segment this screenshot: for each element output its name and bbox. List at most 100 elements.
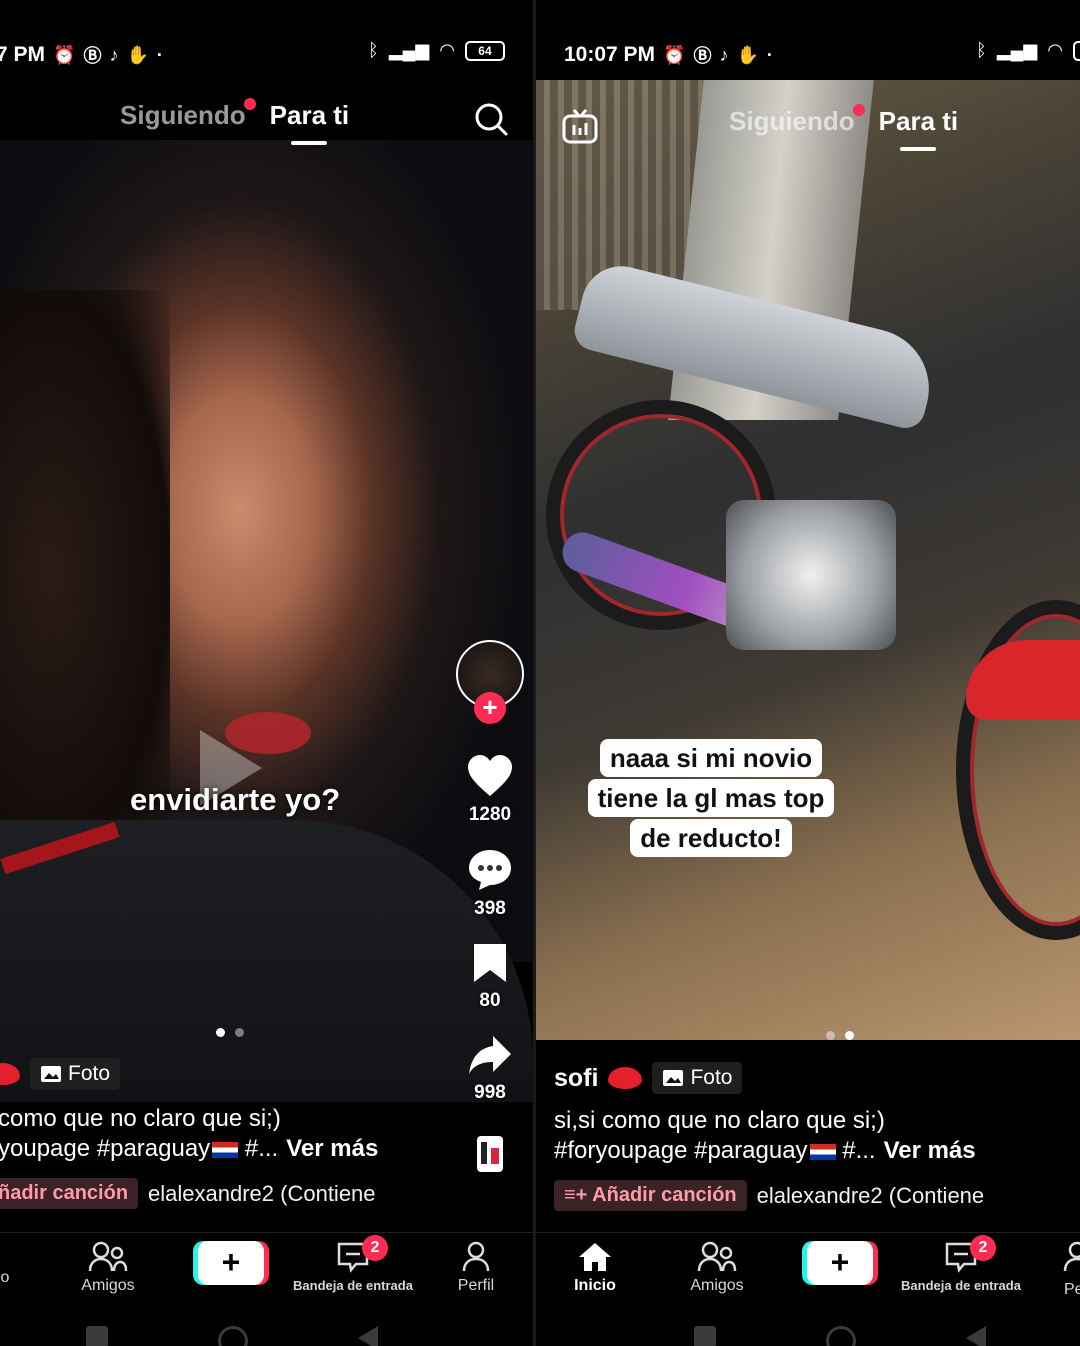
see-more-link[interactable]: Ver más	[884, 1137, 976, 1164]
signal-icon: ▂▄▆	[996, 40, 1038, 60]
back-button[interactable]	[966, 1326, 986, 1346]
search-icon[interactable]	[474, 102, 508, 136]
see-more-link[interactable]: Ver más	[286, 1135, 378, 1162]
photo-tag: Foto	[652, 1062, 743, 1094]
comment-count: 398	[474, 898, 506, 919]
nav-profile-label: Pe	[1064, 1281, 1080, 1298]
follow-button[interactable]: +	[474, 692, 506, 724]
b-icon: Ⓑ	[693, 46, 712, 66]
b-icon: Ⓑ	[83, 46, 102, 66]
add-song-button[interactable]: ≡+ Añadir canción	[554, 1180, 747, 1211]
paraguay-flag-icon	[809, 1143, 836, 1160]
status-time: 10:07 PM	[564, 43, 656, 66]
status-bar: 10:07 PM ⏰ Ⓑ ♪ ✋ ·	[564, 38, 773, 72]
comment-icon	[469, 850, 511, 890]
lips-icon	[608, 1067, 643, 1089]
music-disc-icon	[477, 1136, 503, 1172]
tab-for-you[interactable]: Para ti	[879, 106, 958, 151]
nav-inbox[interactable]: 2 Bandeja de entrada	[896, 1235, 1026, 1295]
wifi-icon: ◠	[1047, 40, 1063, 60]
recent-apps-button[interactable]	[86, 1326, 108, 1346]
caption-more: #...	[244, 1135, 279, 1162]
like-button[interactable]: 1280	[450, 754, 530, 826]
bottom-nav: o Amigos + 2 Bandeja de entrada Perfil	[0, 1232, 533, 1312]
caption: como que no claro que si;) youpage #para…	[0, 1104, 378, 1164]
nav-home[interactable]: Inicio	[536, 1241, 660, 1295]
tiktok-icon: ♪	[719, 44, 729, 65]
new-dot	[852, 104, 865, 116]
alarm-icon: ⏰	[663, 44, 686, 65]
add-song-button[interactable]: ñadir canción	[0, 1178, 139, 1209]
nav-profile[interactable]	[1012, 1241, 1080, 1277]
profile-icon	[1063, 1241, 1080, 1272]
share-button[interactable]: 998	[450, 1034, 530, 1104]
caption: si,si como que no claro que si;) #foryou…	[554, 1106, 976, 1166]
caption-line-2: #foryoupage #paraguay #... Ver más	[554, 1136, 976, 1166]
music-credit[interactable]: elalexandre2 (Contiene	[148, 1181, 376, 1207]
photo-engine	[726, 500, 896, 650]
status-bar: 7 PM ⏰ Ⓑ ♪ ✋ ·	[0, 38, 163, 72]
home-system-button[interactable]	[218, 1326, 248, 1346]
photo-icon	[663, 1070, 684, 1086]
recent-apps-button[interactable]	[694, 1326, 716, 1346]
new-dot	[243, 98, 256, 110]
caption-line-1: como que no claro que si;)	[0, 1105, 281, 1132]
music-row: ñadir canción elalexandre2 (Contiene	[0, 1178, 376, 1209]
paraguay-flag-icon	[212, 1141, 239, 1158]
status-time: 7 PM	[0, 43, 46, 66]
create-button[interactable]: +	[198, 1241, 264, 1285]
dot-icon: ·	[156, 44, 163, 65]
nav-inbox[interactable]: 2 Bandeja de entrada	[288, 1235, 418, 1295]
tab-following[interactable]: Siguiendo	[729, 104, 865, 137]
caption-more: #...	[842, 1137, 876, 1164]
live-icon[interactable]	[562, 108, 598, 144]
nav-friends[interactable]: Amigos	[43, 1241, 173, 1295]
nav-profile[interactable]: Perfil	[411, 1241, 533, 1295]
author-name[interactable]: sofi	[554, 1064, 598, 1093]
battery-icon	[1072, 40, 1080, 61]
feed-tabs: Siguiendo Para ti	[120, 98, 349, 145]
feed-tabs: Siguiendo Para ti	[729, 104, 958, 151]
pager-dot-active	[845, 1031, 854, 1040]
tiktok-icon: ♪	[109, 44, 119, 65]
author-row: Foto	[0, 1058, 121, 1090]
sticker-line-1: naaa si mi novio	[599, 739, 823, 777]
tab-following[interactable]: Siguiendo	[120, 98, 256, 131]
photo-pager	[216, 1028, 244, 1037]
inbox-badge: 2	[970, 1235, 996, 1261]
sticker-line-2: tiene la gl mas top	[587, 779, 835, 817]
caption-hashtags[interactable]: #foryoupage #paraguay	[554, 1137, 808, 1164]
pager-dot	[235, 1028, 244, 1037]
pager-dot	[826, 1031, 835, 1040]
author-avatar[interactable]: +	[456, 640, 524, 724]
dot-icon: ·	[766, 44, 773, 65]
music-row: ≡+ Añadir canción elalexandre2 (Contiene	[554, 1180, 984, 1211]
wifi-icon: ◠	[439, 40, 455, 60]
caption-line-2: youpage #paraguay #... Ver más	[0, 1134, 378, 1164]
lips-icon	[0, 1063, 20, 1085]
nav-friends[interactable]: Amigos	[652, 1241, 782, 1295]
caption-line-1: si,si como que no claro que si;)	[554, 1107, 885, 1134]
heart-icon	[468, 755, 512, 796]
save-button[interactable]: 80	[450, 942, 530, 1012]
status-right: ᛒ ▂▄▆ ◠	[976, 40, 1080, 61]
create-button[interactable]: +	[807, 1241, 873, 1285]
system-nav	[694, 1326, 986, 1346]
action-rail: + 1280 398 80 998	[450, 640, 530, 1180]
author-row: sofi Foto	[554, 1062, 743, 1094]
photo-pager	[826, 1031, 854, 1040]
bluetooth-icon: ᛒ	[368, 40, 379, 60]
music-disc[interactable]	[450, 1134, 530, 1174]
tab-for-you[interactable]: Para ti	[270, 100, 349, 145]
sticker-line-3: de reducto!	[630, 819, 792, 857]
hand-icon: ✋	[126, 44, 149, 65]
text-sticker: naaa si mi novio tiene la gl mas top de …	[586, 738, 836, 858]
back-button[interactable]	[358, 1326, 378, 1346]
caption-hashtags[interactable]: youpage #paraguay	[0, 1135, 210, 1162]
music-credit[interactable]: elalexandre2 (Contiene	[757, 1183, 985, 1209]
home-system-button[interactable]	[826, 1326, 856, 1346]
comment-button[interactable]: 398	[450, 848, 530, 920]
photo-hair	[0, 290, 170, 850]
bottom-nav: Inicio Amigos + 2 Bandeja de entrada Pe	[536, 1232, 1080, 1312]
signal-icon: ▂▄▆	[388, 40, 430, 60]
